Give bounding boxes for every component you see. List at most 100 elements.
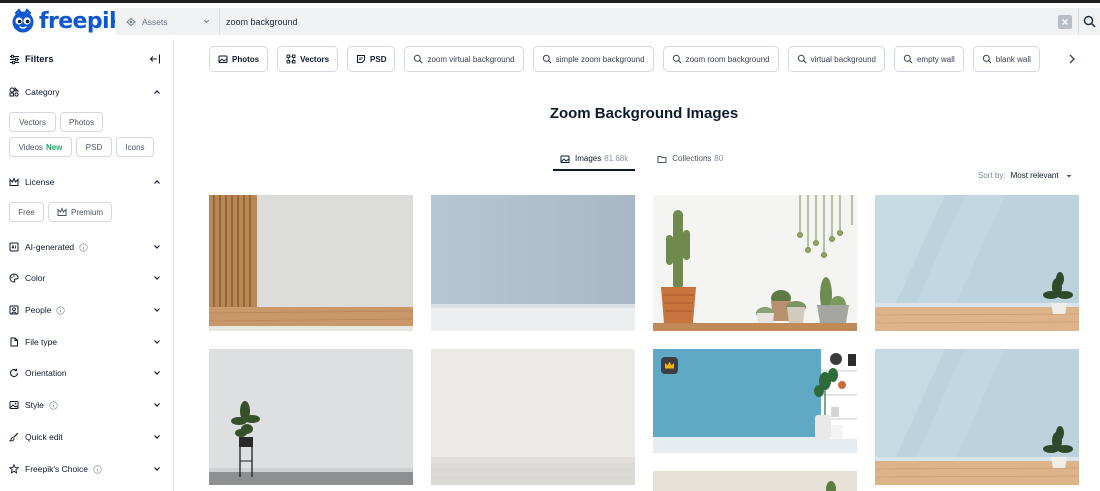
filters-header: Filters (9, 52, 161, 66)
tab-collections[interactable]: Collections 80 (650, 150, 730, 171)
filter-orientation[interactable]: Orientation (9, 366, 161, 380)
tag-label: empty wall (916, 54, 955, 64)
search-icon (542, 54, 552, 64)
info-icon[interactable] (56, 305, 66, 315)
tab-images-label: Images (575, 154, 602, 163)
image-card[interactable] (653, 195, 857, 331)
filter-quick-edit-label: Quick edit (25, 432, 63, 442)
tag-vectors[interactable]: Vectors (277, 46, 339, 72)
sort-control[interactable]: Sort by: Most relevant (978, 171, 1073, 180)
chip-videos[interactable]: Videos New (9, 137, 72, 157)
chip-free[interactable]: Free (9, 202, 44, 222)
image-card[interactable] (431, 349, 635, 485)
palette-icon (9, 273, 19, 283)
image-card[interactable] (209, 349, 413, 485)
sort-label: Sort by: (978, 171, 1006, 180)
chip-icons-label: Icons (125, 142, 145, 152)
search-button[interactable] (1078, 8, 1100, 35)
chip-vectors-label: Vectors (19, 117, 46, 127)
chevron-up-icon (154, 90, 160, 94)
chip-photos[interactable]: Photos (60, 112, 103, 132)
search-icon (797, 54, 806, 64)
tag-zoom-virtual-background[interactable]: zoom virtual background (404, 46, 524, 72)
tag-blank-wall[interactable]: blank wall (972, 46, 1040, 72)
chevron-down-icon (154, 403, 160, 407)
tag-psd-label: PSD (370, 54, 387, 64)
premium-badge (661, 357, 678, 374)
image-card[interactable] (875, 195, 1079, 331)
chip-premium[interactable]: Premium (48, 202, 112, 222)
filter-quick-edit[interactable]: Quick edit (9, 430, 161, 444)
chevron-down-icon (154, 435, 160, 439)
info-icon[interactable] (79, 242, 88, 252)
tab-collections-count: 80 (714, 154, 724, 163)
photo-icon (218, 55, 228, 63)
filter-freepiks-choice[interactable]: Freepik's Choice (9, 462, 161, 476)
tag-zoom-room-background[interactable]: zoom room background (662, 46, 779, 72)
filter-style[interactable]: Style (9, 398, 161, 412)
filter-ai-generated-label: AI-generated (25, 242, 75, 252)
freepik-logo[interactable]: freepik (10, 8, 124, 34)
image-card[interactable] (653, 349, 857, 453)
tag-label: blank wall (995, 54, 1031, 64)
tag-empty-wall[interactable]: empty wall (893, 46, 964, 72)
cactus-shelf-image (653, 195, 857, 331)
search-icon (1083, 15, 1096, 28)
tag-photos[interactable]: Photos (209, 46, 269, 72)
filter-color[interactable]: Color (9, 271, 161, 285)
tag-psd[interactable]: PSD (347, 46, 396, 72)
logo-text: freepik (39, 8, 124, 34)
chip-icons[interactable]: Icons (116, 137, 154, 157)
search-input[interactable] (220, 8, 1058, 35)
ai-icon (9, 242, 19, 252)
tab-images[interactable]: Images 81.68k (553, 150, 636, 171)
file-icon (10, 337, 18, 347)
image-card[interactable] (431, 195, 635, 331)
chip-photos-label: Photos (69, 117, 94, 127)
related-tags: Photos Vectors PSD zoom virtual backgrou… (209, 46, 1049, 72)
search-icon (903, 54, 913, 64)
image-card[interactable] (653, 471, 857, 491)
photo-icon (560, 155, 570, 163)
filter-license[interactable]: License (9, 175, 161, 189)
chevron-down-icon (203, 19, 210, 24)
filter-color-label: Color (25, 273, 46, 283)
chevron-up-icon (154, 180, 160, 184)
close-icon (1062, 18, 1068, 25)
clear-search-button[interactable] (1058, 14, 1072, 29)
tab-collections-label: Collections (672, 154, 712, 163)
image-card[interactable] (209, 195, 413, 331)
chevron-right-icon[interactable] (1065, 52, 1079, 66)
tag-virtual-background[interactable]: virtual background (787, 46, 885, 72)
partial-image (653, 471, 857, 491)
tag-vectors-label: Vectors (300, 54, 330, 64)
assets-dropdown[interactable]: Assets (115, 8, 220, 35)
tag-label: simple zoom background (555, 54, 645, 64)
rotate-icon (10, 368, 19, 378)
chevron-down-icon (154, 467, 160, 471)
info-icon[interactable] (93, 464, 102, 474)
people-icon (9, 305, 19, 315)
filter-orientation-label: Orientation (25, 368, 67, 378)
chevron-down-icon (154, 276, 160, 280)
tag-label: zoom virtual background (427, 54, 515, 64)
chip-psd-label: PSD (85, 142, 103, 152)
image-card[interactable] (875, 349, 1079, 485)
collapse-sidebar-icon[interactable] (149, 54, 161, 64)
page-title: Zoom Background Images (549, 105, 739, 122)
filter-ai-generated[interactable]: AI-generated (9, 240, 161, 254)
tag-label: virtual background (810, 54, 876, 64)
chip-vectors[interactable]: Vectors (9, 112, 56, 132)
chip-psd[interactable]: PSD (76, 137, 112, 157)
tab-images-count: 81.68k (604, 154, 629, 163)
chevron-down-icon (154, 308, 160, 312)
info-icon[interactable] (49, 400, 58, 410)
header: freepik Assets (0, 3, 1100, 39)
tag-simple-zoom-background[interactable]: simple zoom background (532, 46, 654, 72)
filter-category[interactable]: Category (9, 85, 161, 99)
filter-file-type[interactable]: File type (9, 335, 161, 349)
chevron-down-icon (154, 245, 160, 249)
tag-label: zoom room background (685, 54, 770, 64)
filter-people[interactable]: People (9, 303, 161, 317)
vector-icon (286, 54, 296, 64)
